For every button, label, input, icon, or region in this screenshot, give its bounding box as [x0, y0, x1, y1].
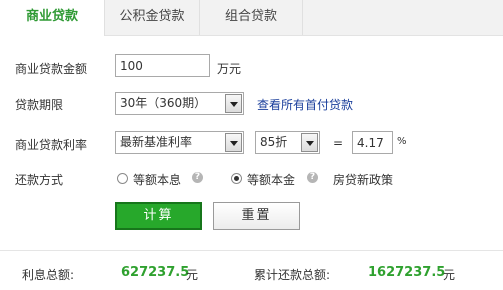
loan-amount-unit: 万元 [217, 62, 242, 76]
dropdown-arrow-icon[interactable] [301, 133, 318, 152]
rate-type-select[interactable]: 最新基准利率 [115, 131, 244, 154]
equal-installment-label: 等额本息 [133, 173, 182, 187]
rate-discount-selected: 85折 [260, 135, 288, 149]
dropdown-arrow-icon[interactable] [225, 133, 242, 152]
interest-rate-input[interactable] [352, 131, 393, 154]
loan-amount-label: 商业贷款金额 [15, 62, 88, 76]
tab-bar: 商业贷款 公积金贷款 组合贷款 [0, 0, 503, 36]
total-repayment-value: 1627237.5 [368, 265, 446, 280]
reset-button[interactable]: 重置 [213, 202, 300, 230]
total-repayment-unit: 元 [443, 268, 456, 282]
equal-principal-radio[interactable] [231, 173, 242, 184]
view-down-payment-link[interactable]: 查看所有首付贷款 [257, 96, 353, 113]
divider [0, 250, 503, 251]
interest-total-label: 利息总额: [22, 268, 75, 282]
interest-total-value: 627237.5 [121, 265, 190, 280]
percent-unit: % [397, 136, 407, 147]
repayment-method-label: 还款方式 [15, 173, 64, 187]
question-circle-icon[interactable]: ? [307, 172, 318, 183]
interest-total-unit: 元 [186, 268, 199, 282]
tab-provident-fund-loan[interactable]: 公积金贷款 [105, 0, 200, 35]
interest-rate-label: 商业贷款利率 [15, 138, 88, 152]
total-repayment-label: 累计还款总额: [254, 268, 331, 282]
calculate-button[interactable]: 计算 [115, 202, 202, 230]
dropdown-arrow-icon[interactable] [225, 94, 242, 113]
equal-installment-radio[interactable] [117, 173, 128, 184]
loan-amount-input[interactable] [115, 54, 210, 77]
loan-term-select[interactable]: 30年（360期） [115, 92, 244, 115]
tab-commercial-loan[interactable]: 商业贷款 [0, 0, 105, 36]
loan-term-selected: 30年（360期） [120, 96, 207, 110]
rate-discount-select[interactable]: 85折 [255, 131, 320, 154]
loan-term-label: 贷款期限 [15, 98, 64, 112]
new-mortgage-policy-link[interactable]: 房贷新政策 [333, 171, 393, 188]
equals-sign: = [333, 136, 344, 150]
equal-principal-label: 等额本金 [247, 173, 296, 187]
tab-combined-loan[interactable]: 组合贷款 [200, 0, 303, 35]
rate-type-selected: 最新基准利率 [120, 135, 193, 149]
question-circle-icon[interactable]: ? [192, 172, 203, 183]
